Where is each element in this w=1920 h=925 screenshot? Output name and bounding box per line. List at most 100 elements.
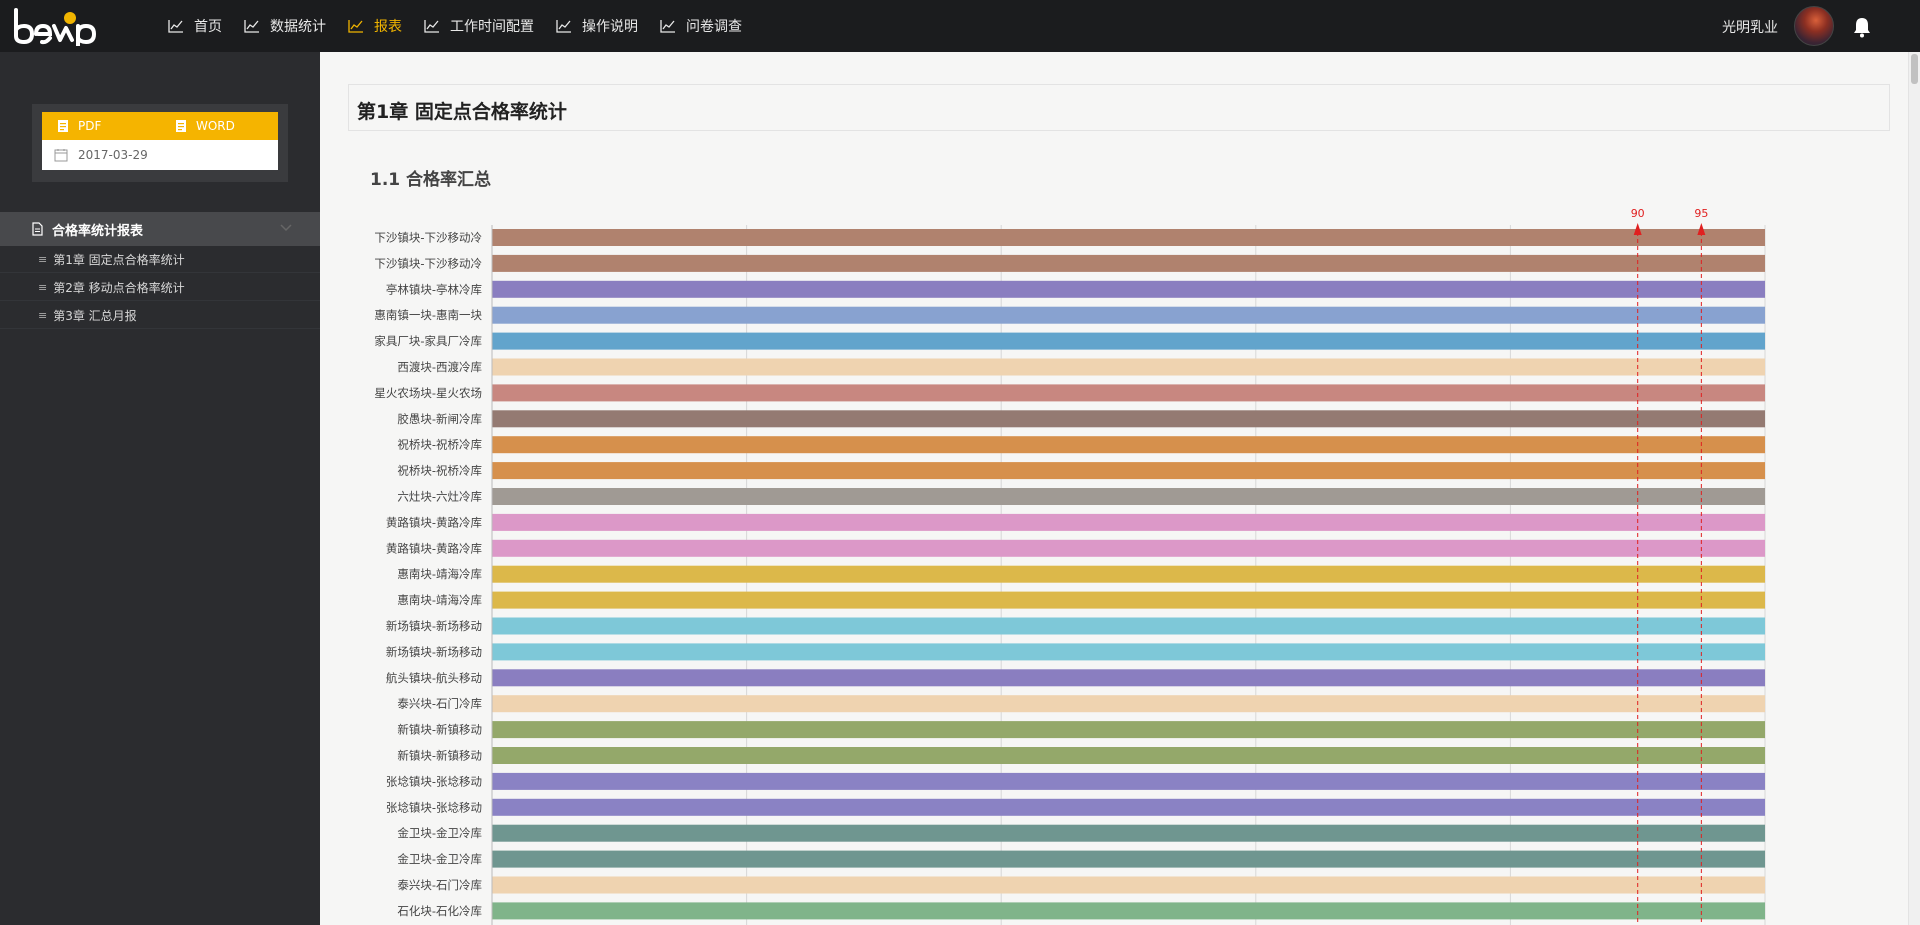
- sidebar-item-chapter-1[interactable]: ≡ 第1章 固定点合格率统计: [0, 246, 320, 273]
- nav-item-1[interactable]: 数据统计: [244, 16, 326, 36]
- bar[interactable]: [492, 280, 1765, 298]
- nav-item-5[interactable]: 问卷调查: [660, 16, 742, 36]
- line-chart-icon: [424, 20, 439, 33]
- line-chart-icon: [348, 20, 363, 33]
- pdf-icon: [58, 120, 68, 132]
- category-label: 新镇块-新镇移动: [397, 723, 482, 737]
- bar[interactable]: [492, 358, 1765, 376]
- nav-item-2[interactable]: 报表: [348, 16, 402, 36]
- chapter-title: 第1章 固定点合格率统计: [357, 101, 567, 123]
- category-label: 航头镇块-航头移动: [386, 671, 482, 685]
- category-label: 黄路镇块-黄路冷库: [386, 515, 482, 529]
- category-label: 金卫块-金卫冷库: [397, 852, 482, 866]
- sidebar: PDF WORD 2017-03-29 合格率统计报表 ≡ 第1章 固定点合格率…: [0, 52, 320, 925]
- sidebar-item-label: 第3章 汇总月报: [53, 308, 137, 323]
- category-label: 石化块-石化冷库: [397, 904, 482, 918]
- bar[interactable]: [492, 747, 1765, 764]
- top-navigation-bar: 首页 数据统计 报表 工作时间配置 操作说明 问卷调查 光明乳业: [0, 0, 1920, 52]
- category-label: 张埝镇块-张埝移动: [386, 800, 482, 814]
- bar[interactable]: [492, 384, 1765, 402]
- category-label: 祝桥块-祝桥冷库: [397, 438, 482, 452]
- bar[interactable]: [492, 669, 1765, 687]
- word-icon: [176, 120, 186, 132]
- user-avatar[interactable]: [1794, 6, 1834, 46]
- category-label: 惠南块-靖海冷库: [397, 593, 482, 607]
- sidebar-item-chapter-2[interactable]: ≡ 第2章 移动点合格率统计: [0, 274, 320, 301]
- menu-group-title: 合格率统计报表: [52, 223, 144, 239]
- bar[interactable]: [492, 695, 1765, 713]
- bar[interactable]: [492, 254, 1765, 272]
- section-title: 1.1 合格率汇总: [370, 170, 492, 190]
- bar[interactable]: [492, 798, 1765, 816]
- nav-item-label: 数据统计: [270, 19, 326, 35]
- category-label: 金卫块-金卫冷库: [397, 826, 482, 840]
- nav-item-4[interactable]: 操作说明: [556, 16, 638, 36]
- scrollbar-thumb[interactable]: [1911, 54, 1918, 84]
- export-pdf-label: PDF: [78, 119, 102, 133]
- sidebar-item-chapter-3[interactable]: ≡ 第3章 汇总月报: [0, 302, 320, 329]
- bar[interactable]: [492, 332, 1765, 350]
- export-panel: PDF WORD 2017-03-29: [32, 104, 288, 182]
- beep-logo[interactable]: [12, 6, 102, 46]
- bar[interactable]: [492, 850, 1765, 868]
- category-label: 泰兴块-石门冷库: [397, 878, 482, 892]
- category-label: 星火农场块-星火农场: [374, 386, 482, 400]
- bar[interactable]: [492, 565, 1765, 583]
- reference-label: 95: [1694, 207, 1708, 220]
- bell-icon[interactable]: [1852, 16, 1872, 38]
- line-chart-icon: [660, 20, 675, 33]
- export-pdf-button[interactable]: PDF: [42, 119, 160, 133]
- export-buttons: PDF WORD: [42, 112, 278, 140]
- bar[interactable]: [492, 721, 1765, 739]
- category-label: 亭林镇块-亭林冷库: [386, 282, 482, 296]
- reference-label: 90: [1631, 207, 1645, 220]
- category-label: 下沙镇块-下沙移动冷: [374, 231, 482, 245]
- bar[interactable]: [492, 902, 1765, 920]
- bar[interactable]: [492, 513, 1765, 531]
- bar[interactable]: [492, 488, 1765, 505]
- line-chart-icon: [168, 20, 183, 33]
- bar[interactable]: [492, 876, 1765, 894]
- calendar-icon: [54, 149, 68, 162]
- category-label: 新场镇块-新场移动: [386, 619, 482, 633]
- bar[interactable]: [492, 436, 1765, 454]
- report-date-field[interactable]: 2017-03-29: [42, 140, 278, 170]
- list-icon: ≡: [38, 308, 48, 322]
- user-name[interactable]: 光明乳业: [1722, 17, 1778, 37]
- bar[interactable]: [492, 306, 1765, 324]
- bar[interactable]: [492, 772, 1765, 790]
- category-label: 惠南镇一块-惠南一块: [374, 308, 482, 322]
- bar[interactable]: [492, 229, 1765, 246]
- nav-item-label: 工作时间配置: [450, 19, 534, 35]
- bar[interactable]: [492, 824, 1765, 842]
- bar[interactable]: [492, 539, 1765, 557]
- category-label: 新场镇块-新场移动: [386, 645, 482, 659]
- nav-item-label: 操作说明: [582, 19, 638, 35]
- bar[interactable]: [492, 410, 1765, 428]
- category-label: 祝桥块-祝桥冷库: [397, 464, 482, 478]
- category-label: 西渡块-西渡冷库: [397, 360, 482, 374]
- chapter-header: 第1章 固定点合格率统计: [348, 84, 1890, 131]
- nav-item-label: 报表: [374, 19, 402, 35]
- bar[interactable]: [492, 643, 1765, 661]
- menu-group-header[interactable]: 合格率统计报表: [0, 212, 320, 246]
- sidebar-item-label: 第2章 移动点合格率统计: [53, 280, 185, 295]
- pass-rate-bar-chart: 下沙镇块-下沙移动冷下沙镇块-下沙移动冷亭林镇块-亭林冷库惠南镇一块-惠南一块家…: [374, 207, 1766, 925]
- export-word-button[interactable]: WORD: [160, 119, 278, 133]
- bar[interactable]: [492, 462, 1765, 480]
- chevron-down-icon: [280, 224, 292, 232]
- document-icon: [32, 222, 43, 236]
- category-label: 六灶块-六灶冷库: [397, 490, 482, 504]
- page-scrollbar[interactable]: [1908, 52, 1920, 925]
- bar[interactable]: [492, 617, 1765, 635]
- nav-item-3[interactable]: 工作时间配置: [424, 16, 534, 36]
- category-label: 惠南块-靖海冷库: [397, 567, 482, 581]
- main-nav: 首页 数据统计 报表 工作时间配置 操作说明 问卷调查: [168, 0, 764, 52]
- nav-item-label: 问卷调查: [686, 19, 742, 35]
- category-label: 泰兴块-石门冷库: [397, 697, 482, 711]
- list-icon: ≡: [38, 280, 48, 294]
- export-word-label: WORD: [196, 119, 235, 133]
- category-label: 张埝镇块-张埝移动: [386, 774, 482, 788]
- nav-item-0[interactable]: 首页: [168, 16, 222, 36]
- bar[interactable]: [492, 591, 1765, 609]
